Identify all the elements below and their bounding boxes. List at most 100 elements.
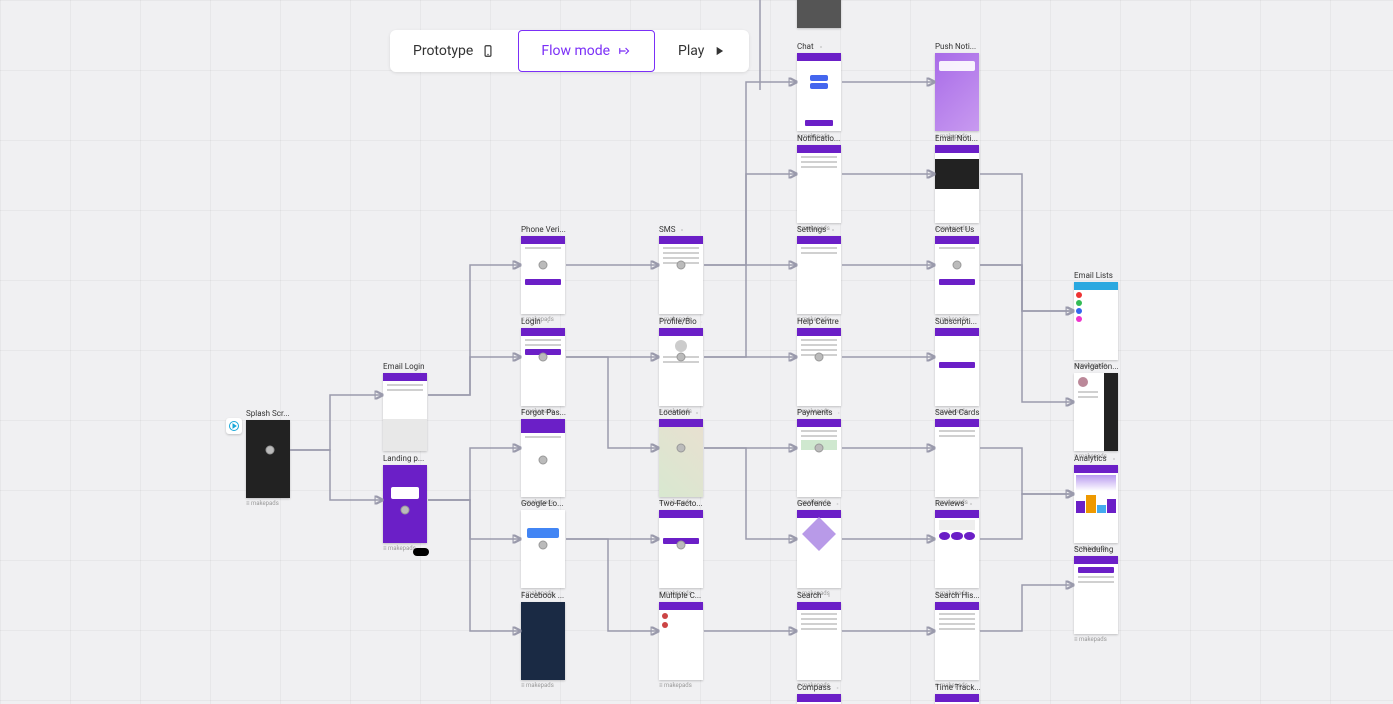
screen-label: Email Noti...: [935, 134, 978, 143]
screen-label: Multiple C...: [659, 591, 701, 600]
tab-play[interactable]: Play: [655, 30, 749, 72]
gear-icon: [700, 318, 703, 326]
gear-icon: [834, 684, 841, 692]
screen-notifications[interactable]: Notificatio... ≡ makepads: [797, 134, 841, 232]
screen-login[interactable]: Login ≡ makepads: [521, 317, 565, 415]
screen-caption: ≡ makepads: [521, 682, 565, 689]
screen-hidden-top[interactable]: [797, 0, 841, 28]
screen-label: Profile/Bio: [659, 317, 697, 326]
start-play-badge[interactable]: [226, 418, 242, 434]
gear-icon: [967, 500, 975, 508]
flow-canvas[interactable]: Prototype Flow mode Play Splash Scr... ≡…: [0, 0, 1393, 704]
screen-email-notifications[interactable]: Email Noti... ≡ makepads: [935, 134, 979, 232]
gear-icon: [1110, 455, 1118, 463]
screen-chat[interactable]: Chat ≡ makepads: [797, 42, 841, 140]
screen-sms[interactable]: SMS ≡ makepads: [659, 225, 703, 323]
screen-label: Subscripti...: [935, 317, 977, 326]
screen-label: Scheduling: [1074, 545, 1113, 554]
screen-label: Login: [521, 317, 541, 326]
screen-label: Forgot Pas...: [521, 408, 566, 417]
tab-label: Prototype: [413, 43, 473, 59]
screen-label: Two-Facto...: [659, 499, 703, 508]
screen-help-centre[interactable]: Help Centre ≡ makepads: [797, 317, 841, 415]
screen-label: Notificatio...: [797, 134, 840, 143]
tab-flow-mode[interactable]: Flow mode: [518, 30, 655, 72]
screen-label: SMS: [659, 225, 675, 234]
screen-analytics[interactable]: Analytics ≡ makepads: [1074, 454, 1118, 552]
gear-icon: [836, 409, 841, 417]
screen-profile-bio[interactable]: Profile/Bio ≡ makepads: [659, 317, 703, 415]
screen-saved-cards[interactable]: Saved Cards ≡ makepads: [935, 408, 979, 506]
mode-tabbar: Prototype Flow mode Play: [390, 30, 749, 72]
screen-caption: ≡ makepads: [659, 682, 703, 689]
screen-forgot-password[interactable]: Forgot Pas... ≡ makepads: [521, 408, 565, 506]
screen-label: Analytics: [1074, 454, 1107, 463]
gear-icon: [693, 409, 701, 417]
screen-geofence[interactable]: Geofence ≡ makepads: [797, 499, 841, 597]
screen-label: Time Track...: [935, 683, 981, 692]
screen-label: Landing p...: [383, 454, 424, 463]
screen-label: Email Login: [383, 362, 425, 371]
gear-icon: [1116, 546, 1118, 554]
screen-label: Google Lo...: [521, 499, 563, 508]
gear-icon: [829, 226, 837, 234]
screen-landing[interactable]: Landing p... ≡ makepads: [383, 454, 427, 552]
screen-contact-us[interactable]: Contact Us ≡ makepads: [935, 225, 979, 323]
screen-navigation[interactable]: Navigation... ≡ makepads: [1074, 362, 1118, 460]
screen-google-login[interactable]: Google Lo... ≡ makepads: [521, 499, 565, 597]
screen-label: Search His...: [935, 591, 980, 600]
screen-label: Email Lists: [1074, 271, 1113, 280]
gear-icon: [544, 318, 552, 326]
gear-icon: [825, 592, 833, 600]
play-icon: [712, 44, 726, 58]
gear-icon: [977, 226, 979, 234]
screen-search-history[interactable]: Search His... ≡ makepads: [935, 591, 979, 689]
screen-email-lists[interactable]: Email Lists ≡ makepads: [1074, 271, 1118, 369]
tab-prototype[interactable]: Prototype: [390, 30, 518, 72]
screen-payments[interactable]: Payments ≡ makepads: [797, 408, 841, 506]
screen-scheduling[interactable]: Scheduling ≡ makepads: [1074, 545, 1118, 643]
badge-dark: [413, 548, 429, 556]
screen-label: Geofence: [797, 499, 831, 508]
screen-phone-verification[interactable]: Phone Veri... ≡ makepads: [521, 225, 565, 323]
gear-icon: [678, 226, 686, 234]
screen-two-factor[interactable]: Two-Facto... ≡ makepads: [659, 499, 703, 597]
screen-label: Navigation...: [1074, 362, 1119, 371]
flow-icon: [618, 44, 632, 58]
screen-label: Chat: [797, 42, 814, 51]
screen-facebook-login[interactable]: Facebook ... ≡ makepads: [521, 591, 565, 689]
screen-compass[interactable]: Compass: [797, 683, 841, 704]
screen-label: Push Noti...: [935, 42, 976, 51]
screen-time-tracking[interactable]: Time Track...: [935, 683, 979, 704]
screen-label: Compass: [797, 683, 831, 692]
screen-location[interactable]: Location ≡ makepads: [659, 408, 703, 506]
screen-label: Splash Scr...: [246, 409, 290, 418]
gear-icon: [834, 500, 841, 508]
tab-label: Play: [678, 43, 704, 59]
screen-reviews[interactable]: Reviews ≡ makepads: [935, 499, 979, 597]
screen-label: Location: [659, 408, 690, 417]
screen-label: Saved Cards: [935, 408, 979, 417]
screen-label: Help Centre: [797, 317, 839, 326]
phone-icon: [481, 44, 495, 58]
screen-caption: ≡ makepads: [246, 500, 290, 507]
screen-label: Search: [797, 591, 822, 600]
tab-label: Flow mode: [541, 43, 610, 59]
screen-multiple-c[interactable]: Multiple C... ≡ makepads: [659, 591, 703, 689]
screen-push-notifications[interactable]: Push Noti... ≡ makepads: [935, 42, 979, 140]
screen-label: Facebook ...: [521, 591, 564, 600]
gear-icon: [1116, 272, 1118, 280]
gear-icon: [817, 43, 825, 51]
screen-settings[interactable]: Settings ≡ makepads: [797, 225, 841, 323]
screen-label: Phone Veri...: [521, 225, 566, 234]
play-circle-icon: [228, 420, 240, 432]
screen-subscription[interactable]: Subscripti... ≡ makepads: [935, 317, 979, 415]
screen-email-login[interactable]: Email Login: [383, 362, 427, 451]
screen-caption: ≡ makepads: [1074, 636, 1118, 643]
screen-label: Contact Us: [935, 225, 974, 234]
screen-label: Settings: [797, 225, 826, 234]
screen-label: Payments: [797, 408, 833, 417]
screen-label: Reviews: [935, 499, 964, 508]
screen-splash[interactable]: Splash Scr... ≡ makepads: [246, 409, 290, 507]
screen-search[interactable]: Search ≡ makepads: [797, 591, 841, 689]
